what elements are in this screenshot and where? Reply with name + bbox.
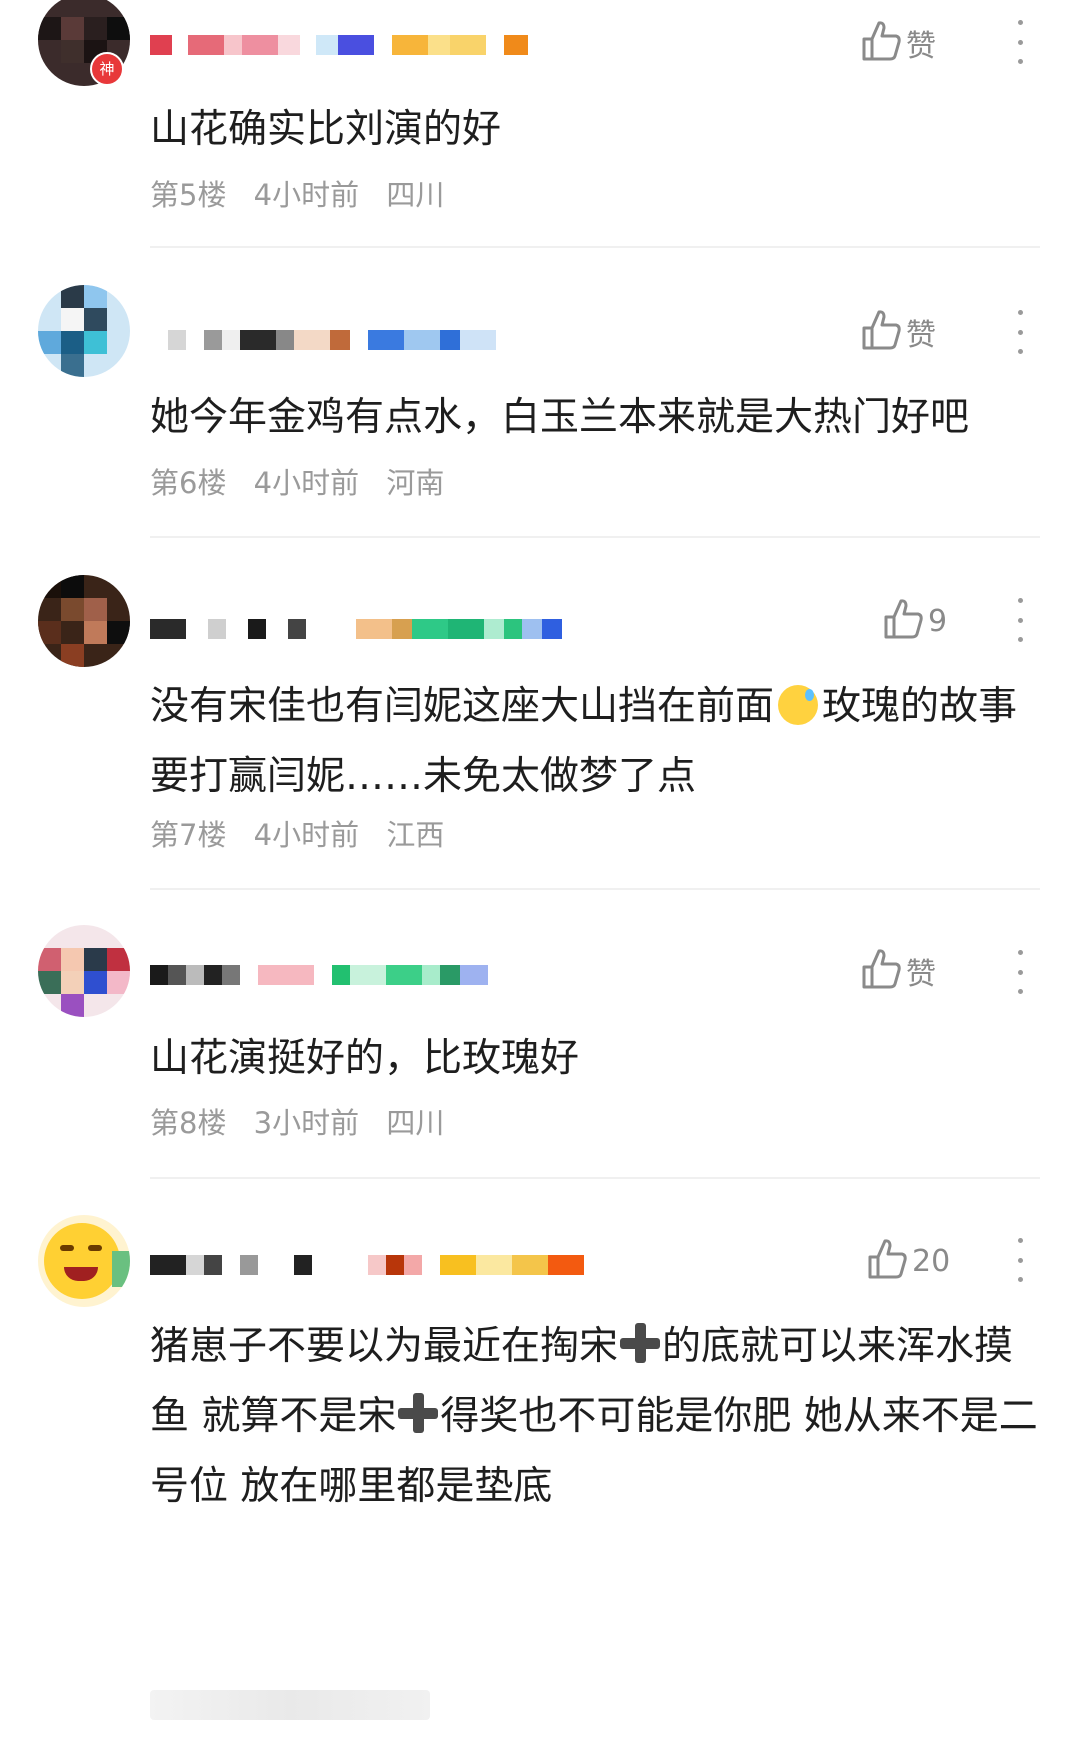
more-dot — [1017, 1257, 1023, 1263]
comment-meta: 第6楼 4小时前 河南 — [150, 460, 462, 502]
divider — [150, 536, 1040, 538]
blurred-meta — [150, 1690, 430, 1720]
comment-location: 河南 — [386, 466, 445, 500]
more-vertical-icon — [1017, 20, 1023, 25]
more-button[interactable] — [1010, 1238, 1030, 1282]
avatar-badge: 神 — [90, 52, 124, 86]
more-dot — [1017, 59, 1023, 64]
more-dot — [1017, 969, 1023, 975]
more-button[interactable] — [1010, 950, 1030, 994]
more-dot — [1017, 39, 1023, 45]
avatar-eye — [88, 1245, 102, 1251]
heavy-plus-icon — [618, 1321, 662, 1365]
like-button[interactable]: 20 — [866, 1236, 950, 1286]
thumbs-up-icon — [860, 947, 902, 995]
thumbs-up-icon — [866, 1237, 908, 1285]
floor-number: 第8楼 — [150, 1106, 227, 1140]
comment-time: 4小时前 — [253, 818, 360, 852]
like-label: 赞 — [906, 29, 936, 64]
heavy-plus-icon — [396, 1391, 440, 1435]
username[interactable] — [150, 323, 496, 357]
like-label: 赞 — [906, 318, 936, 353]
avatar[interactable] — [38, 1215, 130, 1307]
comment-text-part: 猪崽子不要以为最近在掏宋 — [150, 1324, 619, 1369]
avatar[interactable] — [38, 285, 130, 377]
username[interactable] — [150, 612, 562, 646]
avatar-eye — [60, 1245, 74, 1251]
comment-location: 江西 — [386, 818, 445, 852]
thumbs-up-icon — [860, 19, 902, 67]
more-dot — [1017, 329, 1023, 335]
like-button[interactable]: 赞 — [860, 307, 936, 357]
comment-location: 四川 — [386, 1106, 445, 1140]
divider — [150, 1177, 1040, 1179]
like-button[interactable]: 9 — [882, 596, 947, 646]
divider — [150, 246, 1040, 248]
floor-number: 第5楼 — [150, 178, 227, 212]
comment-meta: 第7楼 4小时前 江西 — [150, 812, 462, 854]
comment-time: 4小时前 — [253, 178, 360, 212]
floor-number: 第7楼 — [150, 818, 227, 852]
sweat-smile-emoji-icon — [778, 685, 819, 725]
comment-time: 3小时前 — [253, 1106, 360, 1140]
comment-location: 四川 — [386, 178, 445, 212]
avatar-deco — [112, 1251, 130, 1287]
divider — [150, 888, 1040, 890]
more-dot — [1017, 1277, 1023, 1282]
more-dot — [1017, 349, 1023, 354]
avatar[interactable] — [38, 575, 130, 667]
more-dot — [1017, 617, 1023, 623]
username[interactable] — [150, 958, 488, 992]
comment-time: 4小时前 — [253, 466, 360, 500]
like-button[interactable]: 赞 — [860, 946, 936, 996]
more-vertical-icon — [1017, 310, 1023, 315]
avatar-face — [44, 1223, 120, 1299]
comment-text-part: 没有宋佳也有闫妮这座大山挡在前面 — [150, 684, 775, 729]
more-dot — [1017, 989, 1023, 994]
more-vertical-icon — [1017, 598, 1023, 603]
like-label: 赞 — [906, 957, 936, 992]
thumbs-up-icon — [860, 308, 902, 356]
more-vertical-icon — [1017, 1238, 1023, 1243]
avatar[interactable] — [38, 925, 130, 1017]
comment-meta: 第5楼 4小时前 四川 — [150, 172, 462, 214]
like-button[interactable]: 赞 — [860, 18, 936, 68]
comment-text: 没有宋佳也有闫妮这座大山挡在前面 玫瑰的故事要打赢闫妮……未免太做梦了点 — [150, 672, 1040, 812]
more-button[interactable] — [1010, 20, 1030, 64]
username[interactable] — [150, 1248, 584, 1282]
thumbs-up-icon — [882, 597, 924, 645]
more-button[interactable] — [1010, 310, 1030, 354]
comment-text: 猪崽子不要以为最近在掏宋 的底就可以来浑水摸鱼 就算不是宋 得奖也不可能是你肥 她从… — [150, 1312, 1040, 1522]
floor-number: 第6楼 — [150, 466, 227, 500]
like-count: 9 — [928, 603, 948, 639]
comment-text: 她今年金鸡有点水，白玉兰本来就是大热门好吧 — [150, 395, 970, 440]
comment-meta: 第8楼 3小时前 四川 — [150, 1100, 462, 1142]
more-vertical-icon — [1017, 950, 1023, 955]
like-count: 20 — [912, 1243, 951, 1279]
more-button[interactable] — [1010, 598, 1030, 642]
username[interactable] — [150, 28, 528, 62]
more-dot — [1017, 637, 1023, 642]
comment-text: 山花演挺好的，比玫瑰好 — [150, 1036, 580, 1081]
comment-text: 山花确实比刘演的好 — [150, 107, 502, 152]
